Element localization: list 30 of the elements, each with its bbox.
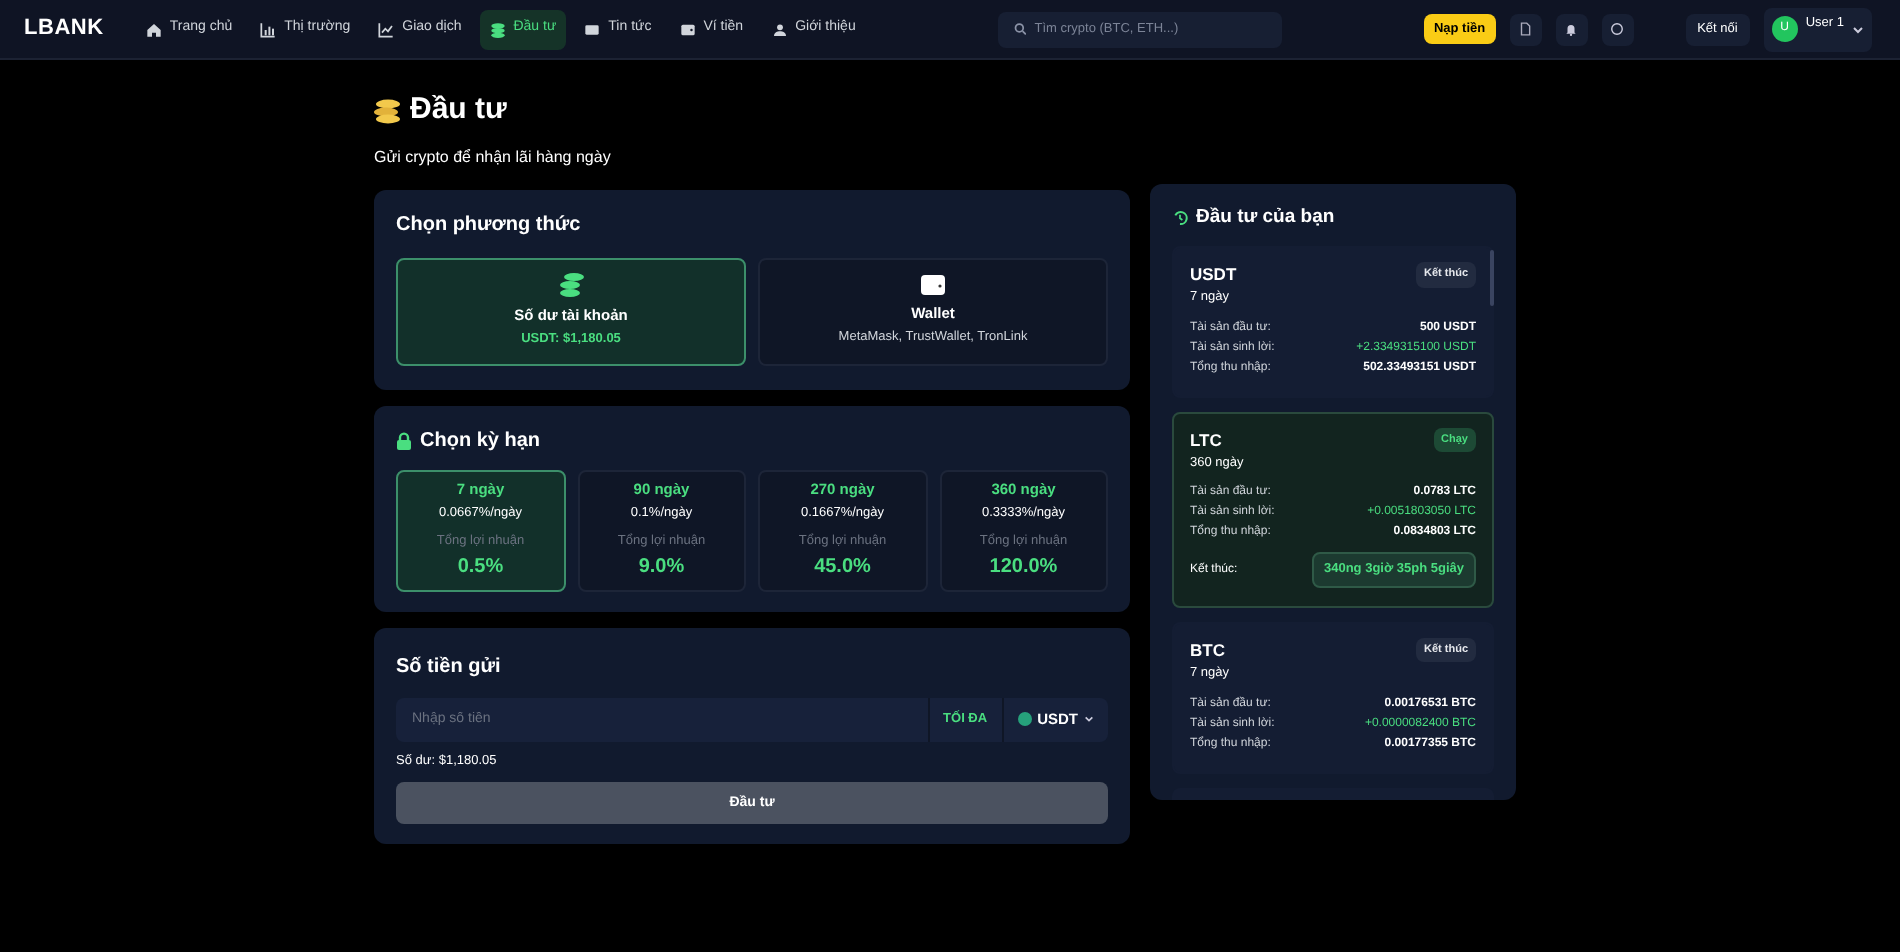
document-icon: [1518, 22, 1533, 36]
bell-icon: [1564, 22, 1579, 36]
line-chart-icon: [378, 21, 395, 37]
coin-name: USDT: [1190, 262, 1237, 288]
page-subtitle: Gửi crypto để nhận lãi hàng ngày: [374, 145, 613, 169]
search-icon: [1013, 22, 1027, 36]
card-title: Số tiền gửi: [396, 653, 503, 681]
chevron-down-icon: [1852, 23, 1864, 35]
wallet-icon: [679, 21, 696, 37]
coins-icon: [374, 97, 402, 124]
card-title: Chọn phương thức: [396, 211, 583, 239]
coin-icon: [1017, 712, 1032, 726]
page-title: Đầu tư: [410, 90, 507, 130]
scrollbar-thumb[interactable]: [1490, 250, 1494, 307]
coins-icon: [557, 272, 585, 298]
lock-icon: [396, 431, 412, 449]
wallet-icon: [920, 274, 946, 296]
card-title: Chọn kỳ hạn: [420, 427, 541, 455]
people-icon: [771, 21, 788, 37]
panel-title: Đầu tư của bạn: [1196, 204, 1335, 232]
coins-icon: [489, 21, 506, 37]
bar-chart-icon: [260, 21, 277, 37]
history-icon: [1172, 210, 1188, 227]
logo[interactable]: LBANK: [24, 12, 104, 46]
coin-name: BTC: [1190, 638, 1225, 664]
chevron-down-icon: [1084, 714, 1094, 724]
bell-button[interactable]: [1555, 13, 1588, 45]
coin-name: LTC: [1190, 427, 1222, 453]
house-icon: [145, 21, 162, 37]
document-button[interactable]: [1509, 13, 1542, 45]
